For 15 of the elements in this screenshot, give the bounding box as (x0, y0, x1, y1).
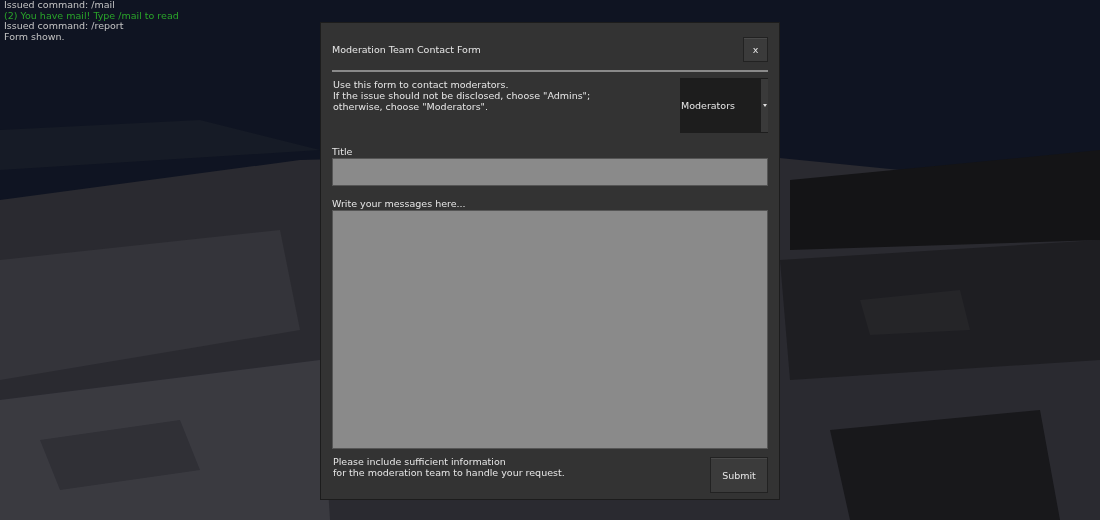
submit-button[interactable]: Submit (710, 457, 768, 493)
chat-message: Issued command: /mail (4, 0, 116, 11)
field-label: Title (332, 146, 354, 157)
close-button[interactable]: x (743, 36, 768, 62)
field-label: Write your messages here... (332, 198, 467, 209)
footer-note: Please include sufficient information for the moderation team to handle your request. (332, 457, 565, 479)
message-field[interactable] (332, 210, 768, 449)
chat-message: Issued command: /report (4, 21, 125, 32)
instruction-text: Use this form to contact moderators. If the issue should not be disclosed, choose "Admins"; otherwise, choose "Moderators". (332, 78, 591, 113)
chat-message: Form shown. (4, 31, 66, 42)
caret-icon (762, 104, 767, 107)
chat-message: (2) You have mail! Type /mail to read (4, 10, 179, 21)
title-field[interactable] (332, 158, 768, 186)
recipient-dropdown[interactable]: Moderators (680, 78, 768, 133)
dialog-title: Moderation Team Contact Form (332, 43, 481, 55)
